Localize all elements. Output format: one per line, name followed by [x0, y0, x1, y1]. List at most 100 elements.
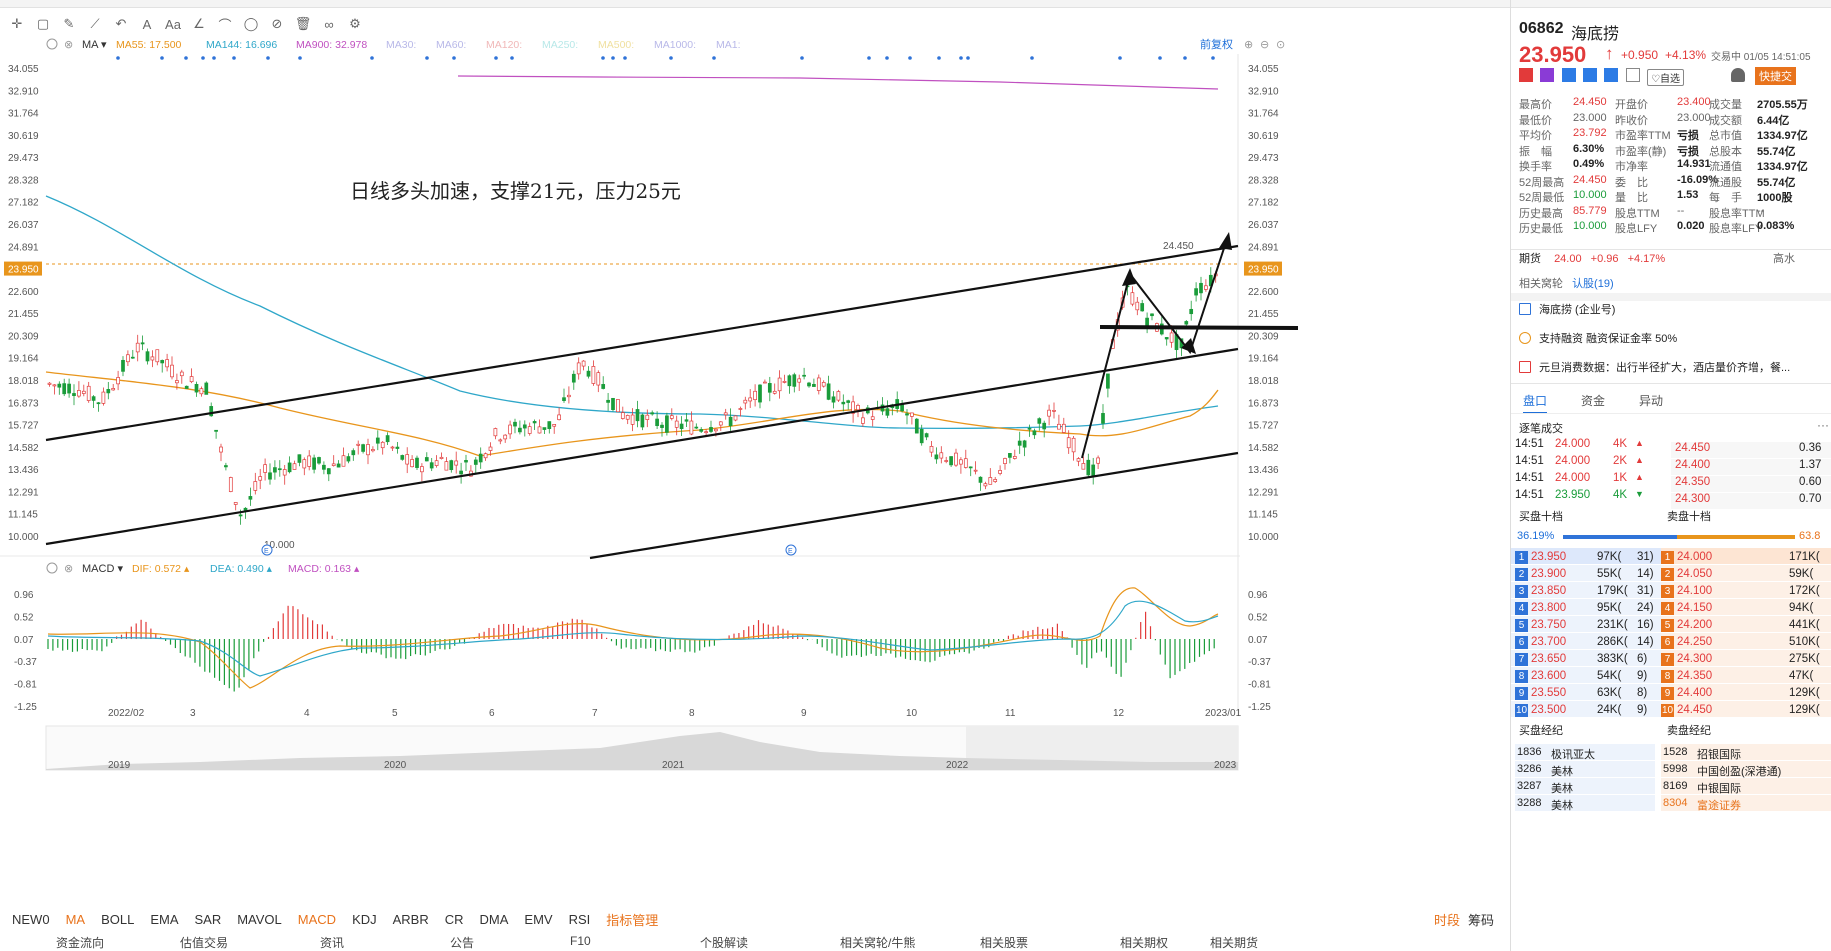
event-dot[interactable] — [800, 56, 804, 60]
indicator-tab[interactable]: RSI — [569, 912, 591, 927]
sell-broker-row[interactable]: 5998 中国创盈(深港通) — [1661, 761, 1831, 778]
news-item[interactable]: 支持融资 融资保证金率 50% — [1519, 330, 1824, 346]
ban-icon[interactable]: ⊘ — [268, 15, 286, 33]
bottom-info-tab[interactable]: 资讯 — [320, 934, 344, 951]
add-watch-button[interactable]: ♡自选 — [1647, 69, 1685, 86]
indicator-tab[interactable]: SAR — [194, 912, 221, 927]
indicator-tab[interactable]: MA — [66, 912, 86, 927]
event-dot[interactable] — [266, 56, 270, 60]
sell-broker-row[interactable]: 1528 招银国际 — [1661, 744, 1831, 761]
warrant-link[interactable]: 认股(19) — [1572, 278, 1614, 290]
kline-chart[interactable]: ⊗ MA ▾ MA55: 17.500 MA144: 16.696 MA900: 32.… — [0, 36, 1510, 908]
buy-broker-row[interactable]: 1836 极讯亚太 — [1515, 744, 1655, 761]
event-dot[interactable] — [184, 56, 188, 60]
arc-icon[interactable]: ⌒ — [216, 15, 234, 33]
event-dot[interactable] — [712, 56, 716, 60]
sell-broker-row[interactable]: 8304 富途证券 — [1661, 795, 1831, 812]
event-dot[interactable] — [1211, 56, 1215, 60]
bottom-info-tab[interactable]: 相关期权 — [1120, 934, 1168, 951]
brush-icon[interactable]: ✎ — [60, 15, 78, 33]
bottom-info-tab[interactable]: 相关窝轮/牛熊 — [840, 934, 915, 951]
event-dot[interactable] — [160, 56, 164, 60]
bottom-info-tab[interactable]: 资金流向 — [56, 934, 104, 951]
link-icon[interactable]: ∞ — [320, 15, 338, 33]
more-icon[interactable]: ··· — [1817, 418, 1829, 432]
indicator-tab[interactable]: MACD — [298, 912, 336, 927]
bottom-info-tab[interactable]: 个股解读 — [700, 934, 748, 951]
event-dot[interactable] — [452, 56, 456, 60]
event-dot[interactable] — [1158, 56, 1162, 60]
overview-navigator[interactable]: 2019 2020 2021 2022 2023 — [45, 725, 1239, 771]
bottom-info-tab[interactable]: 公告 — [450, 934, 474, 951]
zoom-out-icon[interactable]: ⊖ — [1260, 39, 1269, 51]
zoom-in-icon[interactable]: ⊕ — [1244, 39, 1253, 51]
event-dot[interactable] — [425, 56, 429, 60]
bell-icon[interactable] — [1731, 68, 1745, 85]
close-legend-icon[interactable]: ⊗ — [64, 39, 73, 51]
event-dot[interactable] — [937, 56, 941, 60]
bottom-info-tab[interactable]: 相关期货 — [1210, 934, 1258, 951]
indicator-tab[interactable]: MAVOL — [237, 912, 282, 927]
circle-icon[interactable]: ◯ — [242, 15, 260, 33]
angle-icon[interactable]: ∠ — [190, 15, 208, 33]
buy-broker-row[interactable]: 3287 美林 — [1515, 778, 1655, 795]
event-dot[interactable] — [232, 56, 236, 60]
buy-broker-row[interactable]: 3288 美林 — [1515, 795, 1655, 812]
indicator-right-tab[interactable]: 筹码 — [1468, 913, 1494, 928]
indicator-tab[interactable]: CR — [445, 912, 464, 927]
indicator-tab[interactable]: EMV — [524, 912, 552, 927]
event-dot[interactable] — [669, 56, 673, 60]
event-dot[interactable] — [1118, 56, 1122, 60]
event-dot[interactable] — [885, 56, 889, 60]
indicator-tab[interactable]: BOLL — [101, 912, 134, 927]
trend-icon[interactable]: ⟋ — [86, 15, 104, 33]
bottom-info-tab[interactable]: 相关股票 — [980, 934, 1028, 951]
event-dot[interactable] — [601, 56, 605, 60]
quote-tab[interactable]: 异动 — [1639, 392, 1663, 409]
event-dot[interactable] — [298, 56, 302, 60]
event-dot[interactable] — [1030, 56, 1034, 60]
font-icon[interactable]: Aa — [164, 15, 182, 33]
event-dot[interactable] — [959, 56, 963, 60]
indicator-tab[interactable]: EMA — [150, 912, 178, 927]
adjust-mode-label[interactable]: 前复权 — [1200, 37, 1233, 51]
indicator-tab[interactable]: NEW0 — [12, 912, 50, 927]
candle-body — [277, 468, 282, 471]
bottom-info-tab[interactable]: F10 — [570, 934, 591, 948]
macd-close-icon[interactable]: ⊗ — [64, 563, 73, 575]
reset-icon[interactable]: ⊙ — [1276, 39, 1285, 51]
quote-tab[interactable]: 资金 — [1581, 392, 1605, 409]
event-dot[interactable] — [623, 56, 627, 60]
text-icon[interactable]: A — [138, 15, 156, 33]
buy-broker-row[interactable]: 3286 美林 — [1515, 761, 1655, 778]
event-dot[interactable] — [908, 56, 912, 60]
indicator-tab[interactable]: ARBR — [393, 912, 429, 927]
chart-area[interactable]: ⊗ MA ▾ MA55: 17.500 MA144: 16.696 MA900: 32.… — [0, 36, 1510, 916]
event-dot[interactable] — [494, 56, 498, 60]
gear-icon[interactable]: ⚙ — [346, 15, 364, 33]
bottom-info-tab[interactable]: 估值交易 — [180, 934, 228, 951]
quote-tab[interactable]: 盘口 — [1523, 392, 1548, 414]
event-dot[interactable] — [867, 56, 871, 60]
event-dot[interactable] — [1183, 56, 1187, 60]
indicator-tab[interactable]: 指标管理 — [606, 910, 658, 929]
rect-icon[interactable]: ▢ — [34, 15, 52, 33]
orderbook-row[interactable]: 10 23.500 24K(9) 10 24.450 129K( — [1511, 701, 1831, 721]
event-dot[interactable] — [611, 56, 615, 60]
news-item[interactable]: 海底捞 (企业号) — [1519, 301, 1824, 317]
sell-broker-row[interactable]: 8169 中银国际 — [1661, 778, 1831, 795]
trash-icon[interactable]: 🗑 — [294, 15, 312, 33]
indicator-tab[interactable]: KDJ — [352, 912, 377, 927]
quick-trade-button[interactable]: 快捷交 — [1755, 67, 1796, 85]
event-dot[interactable] — [212, 56, 216, 60]
event-dot[interactable] — [370, 56, 374, 60]
event-dot[interactable] — [116, 56, 120, 60]
indicator-tab[interactable]: DMA — [480, 912, 509, 927]
indicator-right-tab[interactable]: 时段 — [1434, 913, 1460, 928]
crosshair-icon[interactable]: ✛ — [8, 15, 26, 33]
back-icon[interactable]: ↶ — [112, 15, 130, 33]
event-dot[interactable] — [966, 56, 970, 60]
news-item[interactable]: 元旦消费数据：出行半径扩大，酒店量价齐增，餐... — [1519, 359, 1824, 375]
event-dot[interactable] — [510, 56, 514, 60]
event-dot[interactable] — [201, 56, 205, 60]
